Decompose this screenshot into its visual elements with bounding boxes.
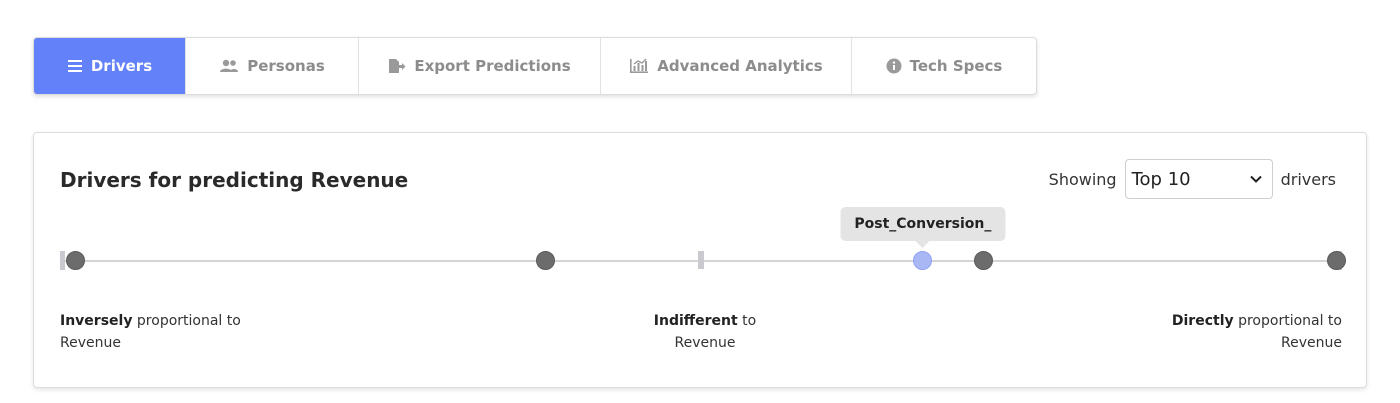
slider-left-end	[60, 251, 65, 270]
list-icon	[67, 59, 83, 73]
showing-suffix: drivers	[1280, 169, 1336, 189]
scale-label-inverse-bold: Inversely	[60, 313, 133, 329]
showing-prefix: Showing	[1048, 169, 1117, 189]
scale-label-direct-bold: Directly	[1171, 313, 1234, 329]
tab-drivers-label: Drivers	[90, 57, 153, 75]
driver-slider: Post_Conversion_	[60, 207, 1346, 281]
tab-tech-specs[interactable]: Tech Specs	[852, 38, 1036, 94]
tab-export-predictions-label: Export Predictions	[414, 57, 571, 75]
scale-label-indifferent-rest: to	[737, 313, 757, 329]
tab-advanced-analytics[interactable]: Advanced Analytics	[601, 38, 852, 94]
scale-label-direct-target: Revenue	[1281, 335, 1342, 351]
showing-control: Showing Top 10 drivers	[1049, 159, 1336, 199]
slider-midpoint-marker	[698, 251, 704, 269]
top-n-select[interactable]: Top 10	[1124, 159, 1273, 199]
driver-dot-highlighted[interactable]	[913, 251, 933, 270]
tab-tech-specs-label: Tech Specs	[909, 57, 1003, 75]
tab-bar: Drivers Personas Export Predictions Adva…	[33, 37, 1037, 95]
driver-dot[interactable]	[973, 251, 993, 270]
scale-label-indifferent: Indifferent to Revenue	[634, 310, 776, 354]
scale-label-inverse: Inversely proportional to Revenue	[60, 310, 241, 354]
driver-tooltip: Post_Conversion_	[840, 207, 1006, 248]
driver-dot[interactable]	[536, 251, 556, 270]
scale-label-indifferent-target: Revenue	[674, 335, 736, 351]
scale-label-indifferent-bold: Indifferent	[653, 313, 738, 329]
scale-label-inverse-rest: proportional to	[132, 313, 241, 329]
chart-icon	[629, 58, 649, 74]
chevron-down-icon	[1249, 172, 1262, 186]
tab-drivers[interactable]: Drivers	[34, 38, 186, 94]
tab-export-predictions[interactable]: Export Predictions	[359, 38, 601, 94]
tab-personas-label: Personas	[247, 57, 325, 75]
scale-label-inverse-target: Revenue	[60, 335, 121, 351]
users-icon	[219, 59, 239, 73]
tab-advanced-analytics-label: Advanced Analytics	[657, 57, 823, 75]
file-export-icon	[388, 58, 406, 74]
top-n-select-value: Top 10	[1131, 168, 1191, 190]
scale-label-direct-rest: proportional to	[1233, 313, 1342, 329]
scale-label-direct: Directly proportional to Revenue	[1172, 310, 1342, 354]
driver-dot[interactable]	[1327, 251, 1346, 270]
tab-personas[interactable]: Personas	[186, 38, 359, 94]
info-circle-icon	[886, 58, 902, 74]
card-title: Drivers for predicting Revenue	[60, 168, 409, 192]
drivers-card: Drivers for predicting Revenue Showing T…	[33, 132, 1367, 388]
driver-dot[interactable]	[66, 251, 85, 270]
